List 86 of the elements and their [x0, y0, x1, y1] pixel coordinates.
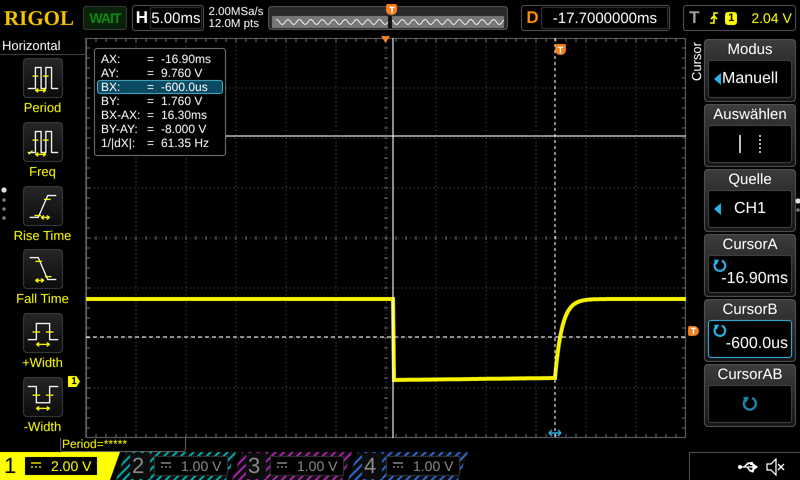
readout-name: BY:: [101, 94, 121, 108]
brand-logo: RIGOL: [4, 6, 76, 30]
rotate-knob-icon: [712, 323, 728, 339]
readout-value: -16.90ms: [161, 52, 212, 66]
timebase-value: 5.00ms: [150, 7, 202, 29]
rising-edge-icon: [709, 11, 720, 25]
readout-name: 1/|dX|:: [101, 136, 136, 150]
channel-number: 3: [246, 453, 266, 479]
measure-button[interactable]: [22, 313, 62, 354]
channel-scale: 1.00 V: [181, 458, 222, 474]
position-marker-icon: [381, 36, 390, 43]
readout-name: BX:: [101, 80, 122, 94]
cursor-line[interactable]: [554, 38, 556, 438]
run-status: WAIT: [83, 6, 126, 30]
menu-title: Cursor: [688, 42, 704, 82]
delay-label: D: [525, 8, 540, 28]
cursor-line[interactable]: [86, 336, 686, 338]
softkey[interactable]: CursorB -600.0us: [704, 299, 796, 362]
measure-label: Fall Time: [16, 291, 69, 306]
speaker-muted-icon: [766, 458, 786, 476]
measure-label: -Width: [24, 419, 62, 434]
measure-label: Period: [24, 100, 62, 115]
readout-equals: =: [147, 80, 156, 94]
trigger-label: T: [688, 8, 701, 28]
channel-tab[interactable]: 2 1.00 V: [116, 452, 236, 480]
timebase-label: H: [134, 8, 150, 28]
measure-button[interactable]: [22, 122, 62, 162]
memory-depth: 12.0M pts: [208, 18, 260, 30]
softkey-value: -600.0us: [726, 334, 788, 354]
readout-name: BX-AX:: [101, 108, 142, 122]
readout-value: 61.35 Hz: [161, 136, 210, 150]
measure-button[interactable]: [22, 249, 62, 290]
readout-value: -600.0us: [161, 80, 208, 94]
measure-label: +Width: [22, 355, 63, 370]
page-dots-icon: [1, 186, 7, 221]
readout-equals: =: [147, 122, 156, 136]
readout-name: AX:: [101, 52, 122, 66]
channel-marker[interactable]: 1: [68, 376, 80, 387]
dc-coupling-icon: [393, 462, 403, 470]
readout-value: 9.760 V: [161, 66, 202, 80]
readout-value: 16.30ms: [161, 108, 208, 122]
sample-rate: 2.00MSa/s: [208, 6, 264, 18]
measure-button[interactable]: [22, 377, 62, 418]
readout-value: 1.760 V: [161, 94, 202, 108]
measure-label: Rise Time: [14, 228, 72, 243]
softkey[interactable]: CursorAB: [704, 364, 796, 427]
softkey-value: Manuell: [722, 69, 778, 89]
usb-icon: [738, 460, 760, 472]
rotate-knob-icon: [741, 395, 759, 413]
dc-coupling-icon: [31, 462, 41, 470]
measure-label: Freq: [29, 164, 56, 179]
readout-equals: =: [147, 136, 156, 150]
channel-tab[interactable]: 1 2.00 V: [0, 452, 120, 480]
trigger-position-marker: T: [386, 4, 398, 15]
readout-equals: =: [147, 94, 156, 108]
channel-number: 2: [130, 453, 150, 479]
softkey-value: CH1: [734, 199, 766, 219]
channel-tab[interactable]: 4 1.00 V: [348, 452, 468, 480]
page-dots-icon: [795, 198, 800, 214]
dc-coupling-icon: [277, 462, 287, 470]
dc-coupling-icon: [161, 462, 171, 470]
readout-name: BY-AY:: [101, 122, 139, 136]
left-arrow-icon: [714, 203, 721, 215]
readout-equals: =: [147, 108, 156, 122]
readout-name: AY:: [101, 66, 120, 80]
channel-scale: 1.00 V: [413, 458, 454, 474]
softkey-value: -16.90ms: [721, 269, 788, 289]
softkey[interactable]: CursorA -16.90ms: [704, 234, 796, 297]
channel-scale: 1.00 V: [297, 458, 338, 474]
double-arrow-icon: [548, 429, 562, 437]
readout-equals: =: [147, 52, 156, 66]
channel-number: 1: [4, 453, 18, 479]
channel-scale: 2.00 V: [51, 458, 92, 474]
trigger-level: 2.04 V: [751, 10, 792, 26]
left-arrow-icon: [714, 73, 721, 85]
trigger-source: 1: [725, 12, 738, 24]
channel-number: 4: [362, 453, 382, 479]
delay-value: -17.7000000ms: [541, 7, 668, 29]
softkey[interactable]: Auswählen: [704, 104, 796, 167]
readout-equals: =: [147, 66, 156, 80]
measure-button[interactable]: [22, 186, 62, 226]
menu-title: Horizontal: [0, 38, 85, 55]
softkey[interactable]: Modus Manuell: [704, 39, 796, 102]
readout-value: -8.000 V: [161, 122, 206, 136]
measure-button[interactable]: [22, 58, 62, 98]
channel-tab[interactable]: 3 1.00 V: [232, 452, 352, 480]
